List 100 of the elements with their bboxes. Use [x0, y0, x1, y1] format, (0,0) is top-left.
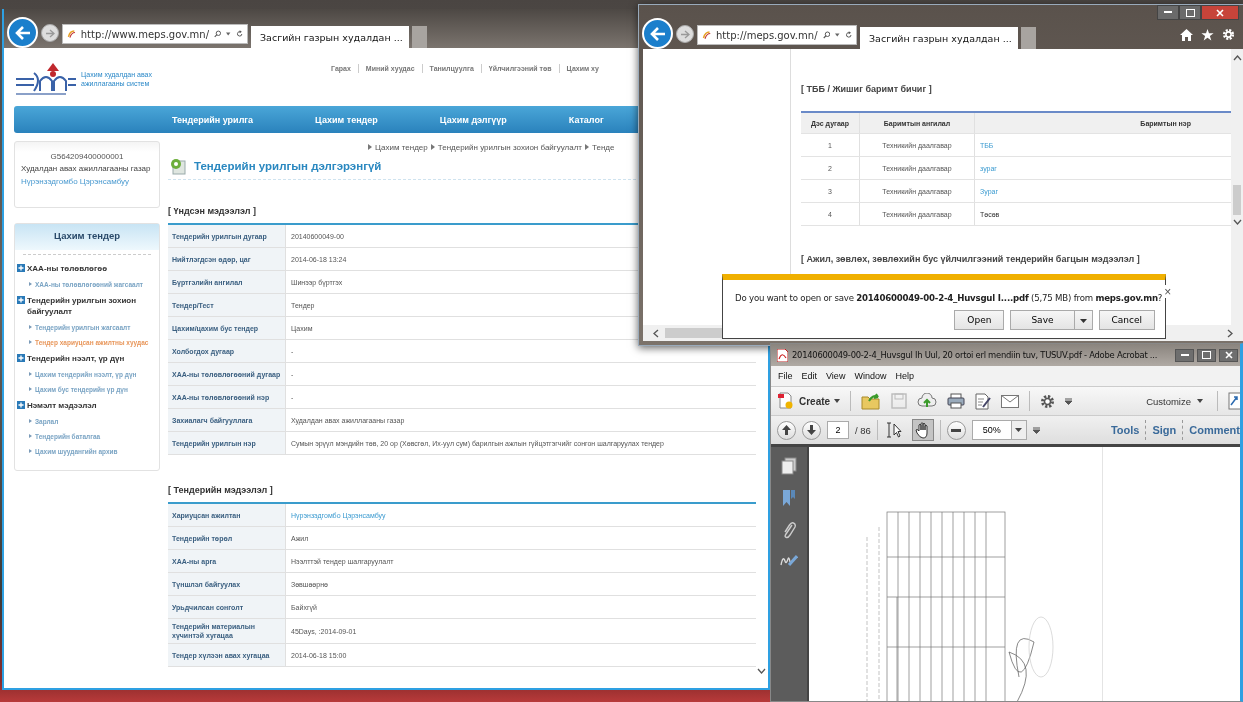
address-bar[interactable]: http://www.meps.gov.mn/	[62, 24, 248, 44]
pages-icon[interactable]	[781, 457, 797, 475]
arrow-up-icon	[782, 425, 791, 435]
arrow-left-icon	[14, 25, 31, 40]
nav-link[interactable]: Тендерийн урилга	[172, 114, 254, 125]
overflow-icon[interactable]	[1032, 426, 1040, 434]
expand-icon[interactable]	[17, 354, 25, 362]
arrow-right-icon	[680, 29, 690, 39]
section-heading: [ Үндсэн мэдээлэл ]	[168, 206, 257, 216]
site-logo	[14, 61, 78, 97]
caret-icon	[1015, 428, 1023, 432]
scrollbar-thumb[interactable]	[1233, 185, 1241, 215]
sidebar-group[interactable]: Тендерийн урилгын зохион байгуулалт	[27, 295, 159, 317]
menu-item[interactable]: File	[778, 371, 793, 381]
bookmark-icon[interactable]	[782, 489, 796, 507]
forward-button[interactable]	[41, 24, 59, 42]
minimize-button[interactable]	[1157, 5, 1179, 20]
settings-icon[interactable]	[1040, 393, 1056, 409]
close-button[interactable]	[1219, 348, 1238, 362]
search-icon[interactable]	[214, 29, 222, 39]
browser-tab[interactable]: Засгийн газрын худалдан ...	[251, 26, 409, 48]
user-code: G564209400000001	[49, 152, 125, 161]
minimize-icon	[1180, 353, 1189, 357]
page-number-field[interactable]: 2	[827, 421, 849, 439]
plus-icon	[17, 264, 25, 272]
select-cursor-icon	[886, 421, 903, 439]
maximize-icon	[1202, 351, 1211, 359]
bullet-icon	[29, 387, 32, 391]
open-button[interactable]: Open	[954, 310, 1005, 330]
plus-icon	[17, 401, 25, 409]
overflow-icon[interactable]	[1065, 397, 1073, 405]
breadcrumb-link[interactable]: Цахим тендер	[375, 142, 428, 152]
refresh-icon[interactable]	[844, 30, 852, 40]
dropdown-caret-icon[interactable]	[835, 33, 840, 37]
url-text: http://meps.gov.mn/	[716, 29, 818, 41]
refresh-icon[interactable]	[235, 29, 243, 39]
breadcrumb-link[interactable]: Тенде	[592, 142, 615, 152]
create-button[interactable]: Create	[777, 392, 841, 410]
pdf-file-icon	[777, 348, 788, 362]
expand-icon[interactable]	[17, 296, 25, 304]
nav-link[interactable]: Цахим дэлгүүр	[439, 114, 507, 125]
mail-icon[interactable]	[1001, 394, 1020, 408]
cancel-button[interactable]: Cancel	[1098, 310, 1155, 330]
dropdown-caret-icon[interactable]	[226, 32, 231, 36]
arrow-down-icon	[807, 425, 816, 435]
tab-title: Засгийн газрын худалдан ...	[869, 32, 1012, 44]
expand-icon[interactable]	[17, 264, 25, 272]
star-icon[interactable]	[1201, 29, 1214, 41]
save-button[interactable]: Save	[1010, 310, 1075, 330]
close-icon	[1224, 351, 1233, 359]
back-button[interactable]	[7, 17, 38, 48]
sidebar-group[interactable]: Тендерийн нээлт, үр дүн	[27, 353, 125, 364]
url-text: http://www.meps.gov.mn/	[80, 28, 210, 40]
address-bar[interactable]: http://meps.gov.mn/	[697, 25, 857, 45]
sidebar-title: Цахим тендер	[15, 224, 159, 250]
minimize-button[interactable]	[1175, 348, 1194, 362]
edit-document-icon[interactable]	[975, 392, 992, 410]
nav-link[interactable]: Каталог	[568, 114, 604, 125]
back-button[interactable]	[642, 18, 673, 49]
menu-item[interactable]: Help	[895, 371, 914, 381]
signature-icon[interactable]	[780, 553, 798, 567]
user-name-link[interactable]: Нүрэнзэдгомбо Цэрэнсамбуу	[21, 177, 153, 186]
pane-tab[interactable]: Comment	[1189, 424, 1240, 436]
nav-link[interactable]: Цахим тендер	[315, 114, 378, 125]
customize-button[interactable]: Customize	[1146, 395, 1207, 407]
paperclip-icon[interactable]	[782, 521, 796, 539]
breadcrumb-link[interactable]: Тендерийн урилгын зохион байгуулалт	[437, 142, 582, 152]
site-icon	[702, 29, 711, 41]
home-icon[interactable]	[1180, 29, 1193, 41]
cloud-upload-icon[interactable]	[917, 393, 938, 409]
pane-tab[interactable]: Sign	[1152, 424, 1177, 436]
close-button[interactable]: ×	[1162, 285, 1174, 298]
close-button[interactable]	[1201, 5, 1239, 20]
zoom-out-button[interactable]	[946, 420, 966, 440]
browser-tab[interactable]: Засгийн газрын худалдан ...	[860, 27, 1018, 49]
menu-item[interactable]: Window	[854, 371, 887, 381]
print-icon[interactable]	[947, 393, 966, 409]
forward-button[interactable]	[676, 25, 694, 43]
download-message: Do you want to open or save 20140600049-00-2-4_Huvsgul I....pdf (5,75 MB) from meps.gov.mn?	[735, 293, 1163, 303]
next-page-button[interactable]	[802, 420, 821, 440]
expand-icon[interactable]	[17, 401, 25, 409]
pane-tab[interactable]: Tools	[1110, 424, 1140, 436]
create-document-icon	[777, 392, 795, 410]
folder-icon[interactable]	[861, 392, 882, 410]
window-title: 20140600049-00-2-4_Huvsgul Ih Uul, 20 ortoi erl mendiin tuv, TUSUV.pdf - Adobe Acrobat ...	[792, 350, 1159, 360]
menu-item[interactable]: View	[826, 371, 846, 381]
previous-page-button[interactable]	[777, 420, 796, 440]
section-heading: [ Ажил, зөвлөх, зөвлөхийн бус үйлчилгээний тендерийн багцын мэдээлэл ]	[801, 254, 1141, 264]
sidebar-group[interactable]: ХАА-ны төлөвлөгөө	[27, 263, 108, 274]
hand-tool-button[interactable]	[911, 419, 934, 441]
maximize-button[interactable]	[1197, 348, 1216, 362]
search-icon[interactable]	[822, 30, 830, 40]
zoom-field[interactable]: 50%	[971, 420, 1027, 440]
caret-icon	[1079, 319, 1087, 323]
maximize-button[interactable]	[1179, 5, 1201, 20]
export-icon[interactable]	[1228, 392, 1240, 410]
vertical-scrollbar[interactable]	[1231, 49, 1243, 325]
sidebar-group[interactable]: Нэмэлт мэдээлэл	[27, 400, 97, 411]
bullet-icon	[29, 419, 32, 423]
menu-item[interactable]: Edit	[801, 371, 818, 381]
